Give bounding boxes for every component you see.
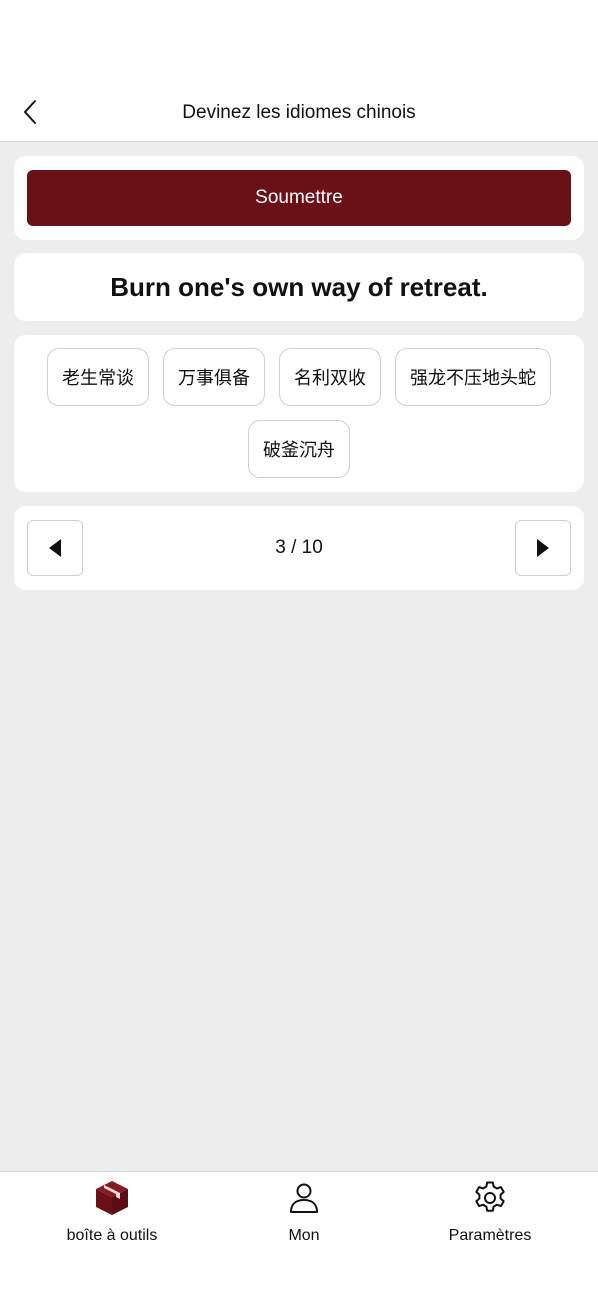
previous-button[interactable] — [27, 520, 83, 576]
options-card: 老生常谈 万事俱备 名利双收 强龙不压地头蛇 破釜沉舟 — [14, 335, 584, 492]
triangle-right-icon — [537, 539, 549, 557]
option-chip[interactable]: 名利双收 — [279, 348, 381, 406]
options-list: 老生常谈 万事俱备 名利双收 强龙不压地头蛇 破釜沉舟 — [14, 348, 584, 478]
option-chip[interactable]: 万事俱备 — [163, 348, 265, 406]
nav-label: Mon — [288, 1227, 320, 1244]
toolbox-icon — [92, 1178, 132, 1218]
option-chip[interactable]: 老生常谈 — [47, 348, 149, 406]
chevron-left-icon — [24, 100, 36, 124]
question-card: Burn one's own way of retreat. — [14, 253, 584, 321]
page-counter: 3 / 10 — [275, 537, 323, 558]
submit-button[interactable]: Soumettre — [27, 170, 571, 226]
bottom-nav: boîte à outils Mon Paramètres — [0, 1171, 598, 1300]
gear-icon — [470, 1178, 510, 1218]
pager-card: 3 / 10 — [14, 506, 584, 590]
user-icon — [284, 1178, 324, 1218]
page-title: Devinez les idiomes chinois — [182, 102, 416, 123]
option-chip[interactable]: 强龙不压地头蛇 — [395, 348, 551, 406]
submit-card: Soumettre — [14, 156, 584, 240]
option-chip[interactable]: 破釜沉舟 — [248, 420, 350, 478]
triangle-left-icon — [49, 539, 61, 557]
top-bar: Devinez les idiomes chinois — [0, 0, 598, 142]
nav-item-settings[interactable]: Paramètres — [400, 1172, 580, 1262]
nav-item-mon[interactable]: Mon — [214, 1172, 394, 1262]
next-button[interactable] — [515, 520, 571, 576]
back-button[interactable] — [14, 96, 46, 128]
question-text: Burn one's own way of retreat. — [110, 271, 488, 302]
nav-label: Paramètres — [448, 1227, 532, 1244]
nav-item-toolbox[interactable]: boîte à outils — [22, 1172, 202, 1262]
nav-label: boîte à outils — [66, 1227, 158, 1244]
